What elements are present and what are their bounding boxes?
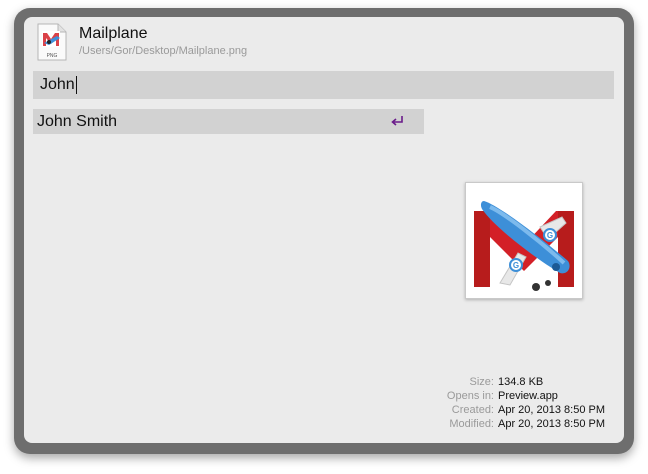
return-key-icon: [391, 116, 403, 126]
png-file-icon: PNG: [37, 23, 67, 61]
created-value: Apr 20, 2013 8:50 PM: [498, 404, 606, 416]
size-label: Size:: [469, 376, 494, 388]
svg-text:G: G: [513, 261, 519, 270]
file-info-values: 134.8 KB Preview.app Apr 20, 2013 8:50 P…: [498, 375, 605, 431]
launcher-panel: PNG Mailplane /Users/Gor/Desktop/Mailpla…: [24, 17, 624, 443]
created-label: Created:: [451, 404, 494, 416]
result-item[interactable]: John Smith: [33, 109, 424, 134]
mailplane-app-icon: G G: [474, 201, 574, 291]
svg-text:PNG: PNG: [47, 53, 58, 59]
modified-label: Modified:: [449, 418, 494, 430]
text-caret: [75, 76, 77, 94]
svg-text:G: G: [547, 231, 553, 240]
opens-in-label: Opens in:: [446, 390, 494, 402]
modified-value: Apr 20, 2013 8:50 PM: [498, 418, 606, 430]
file-path: /Users/Gor/Desktop/Mailplane.png: [79, 45, 248, 57]
image-preview: G G: [465, 182, 583, 299]
file-info-labels: Size: Opens in: Created: Modified:: [404, 375, 494, 431]
size-value: 134.8 KB: [498, 376, 544, 388]
search-input[interactable]: John: [33, 71, 614, 99]
page-title: Mailplane: [79, 25, 148, 42]
search-query-text: John: [40, 76, 75, 93]
result-item-label: John Smith: [37, 113, 118, 130]
opens-in-value: Preview.app: [498, 390, 558, 402]
